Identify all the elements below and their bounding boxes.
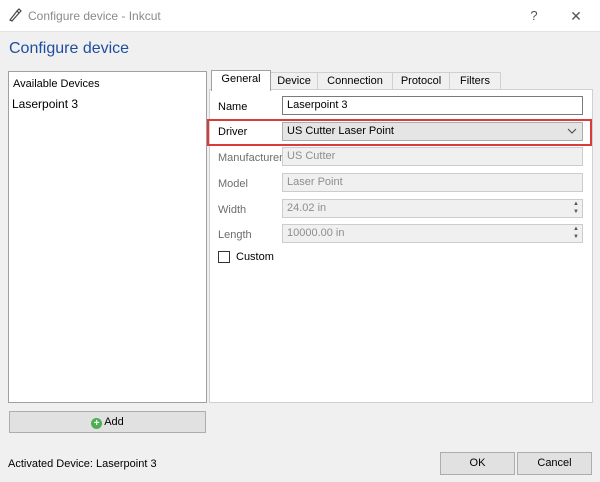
add-icon: + <box>91 418 103 429</box>
chevron-down-icon <box>567 128 577 134</box>
device-list-item[interactable]: Laserpoint 3 <box>12 97 78 111</box>
tab-general[interactable]: General <box>211 70 271 91</box>
custom-label: Custom <box>236 251 274 263</box>
width-value: 24.02 in <box>287 202 327 214</box>
spin-arrows-icon: ▲ ▼ <box>573 201 579 215</box>
available-devices-list[interactable]: Available Devices Laserpoint 3 <box>8 71 207 403</box>
width-label: Width <box>218 204 247 216</box>
name-input[interactable]: Laserpoint 3 <box>282 96 583 115</box>
custom-checkbox[interactable] <box>218 251 230 263</box>
driver-label: Driver <box>218 126 248 138</box>
manufacturer-label: Manufacturer <box>218 152 283 164</box>
length-label: Length <box>218 229 252 241</box>
page-title: Configure device <box>9 40 130 57</box>
tab-connection[interactable]: Connection <box>317 72 393 90</box>
model-label: Model <box>218 178 248 190</box>
driver-select-value: US Cutter Laser Point <box>287 125 394 137</box>
length-spinbox: 10000.00 in ▲ ▼ <box>282 224 583 243</box>
available-devices-header: Available Devices <box>13 78 100 90</box>
length-value: 10000.00 in <box>287 227 345 239</box>
manufacturer-field: US Cutter <box>282 147 583 166</box>
window-title: Configure device - Inkcut <box>28 9 161 23</box>
tab-device[interactable]: Device <box>270 72 318 90</box>
width-spinbox: 24.02 in ▲ ▼ <box>282 199 583 218</box>
title-bar: Configure device - Inkcut ? ✕ <box>0 0 600 32</box>
name-label: Name <box>218 101 248 113</box>
tab-filters[interactable]: Filters <box>449 72 501 90</box>
model-field: Laser Point <box>282 173 583 192</box>
tab-protocol[interactable]: Protocol <box>392 72 450 90</box>
ok-button[interactable]: OK <box>440 452 515 475</box>
help-button[interactable]: ? <box>523 6 545 26</box>
add-button-label: Add <box>104 416 124 428</box>
close-button[interactable]: ✕ <box>565 6 587 26</box>
spin-arrows-icon: ▲ ▼ <box>573 226 579 240</box>
cancel-button[interactable]: Cancel <box>517 452 592 475</box>
add-device-button[interactable]: + Add <box>9 411 206 433</box>
inkcut-app-icon <box>9 8 22 22</box>
activated-device-status: Activated Device: Laserpoint 3 <box>8 458 157 470</box>
driver-select[interactable]: US Cutter Laser Point <box>282 122 583 141</box>
